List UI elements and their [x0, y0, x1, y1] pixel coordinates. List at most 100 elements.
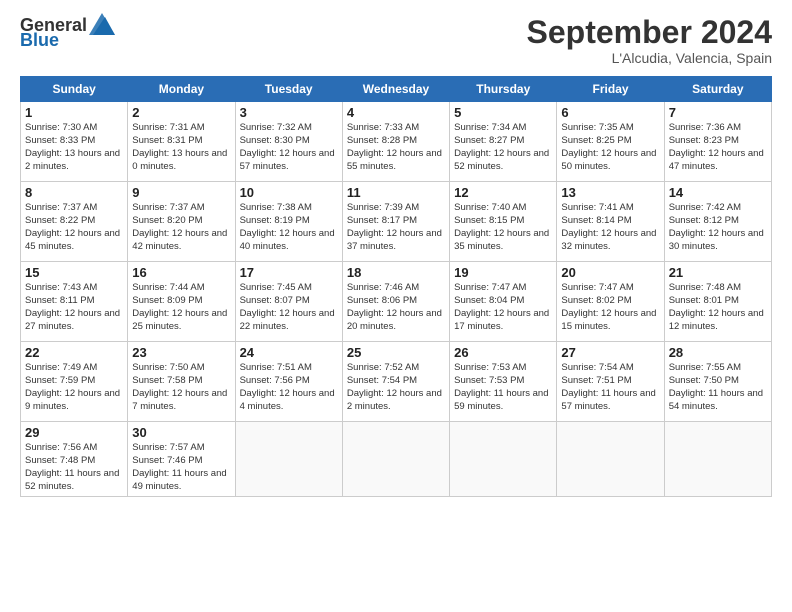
daylight-text: Daylight: 12 hours and 25 minutes.	[132, 308, 227, 332]
day-info: Sunrise: 7:35 AM Sunset: 8:25 PM Dayligh…	[561, 122, 659, 173]
sunset-text: Sunset: 8:07 PM	[240, 295, 310, 306]
sunrise-text: Sunrise: 7:53 AM	[454, 362, 526, 373]
day-number: 1	[25, 105, 123, 120]
table-row: 5 Sunrise: 7:34 AM Sunset: 8:27 PM Dayli…	[450, 102, 557, 182]
table-row: 28 Sunrise: 7:55 AM Sunset: 7:50 PM Dayl…	[664, 342, 771, 422]
sunset-text: Sunset: 8:01 PM	[669, 295, 739, 306]
daylight-text: Daylight: 11 hours and 59 minutes.	[454, 388, 548, 412]
day-number: 19	[454, 265, 552, 280]
day-number: 6	[561, 105, 659, 120]
day-info: Sunrise: 7:36 AM Sunset: 8:23 PM Dayligh…	[669, 122, 767, 173]
day-info: Sunrise: 7:51 AM Sunset: 7:56 PM Dayligh…	[240, 362, 338, 413]
sunrise-text: Sunrise: 7:48 AM	[669, 282, 741, 293]
sunrise-text: Sunrise: 7:57 AM	[132, 442, 204, 453]
sunset-text: Sunset: 7:53 PM	[454, 375, 524, 386]
table-row: 8 Sunrise: 7:37 AM Sunset: 8:22 PM Dayli…	[21, 182, 128, 262]
calendar-header-row: Sunday Monday Tuesday Wednesday Thursday…	[21, 77, 772, 102]
sunrise-text: Sunrise: 7:40 AM	[454, 202, 526, 213]
sunrise-text: Sunrise: 7:33 AM	[347, 122, 419, 133]
sunset-text: Sunset: 8:15 PM	[454, 215, 524, 226]
sunrise-text: Sunrise: 7:43 AM	[25, 282, 97, 293]
table-row: 18 Sunrise: 7:46 AM Sunset: 8:06 PM Dayl…	[342, 262, 449, 342]
sunset-text: Sunset: 7:58 PM	[132, 375, 202, 386]
table-row	[664, 422, 771, 497]
sunset-text: Sunset: 8:22 PM	[25, 215, 95, 226]
daylight-text: Daylight: 11 hours and 54 minutes.	[669, 388, 763, 412]
table-row: 22 Sunrise: 7:49 AM Sunset: 7:59 PM Dayl…	[21, 342, 128, 422]
day-number: 17	[240, 265, 338, 280]
table-row	[557, 422, 664, 497]
sunrise-text: Sunrise: 7:37 AM	[132, 202, 204, 213]
day-info: Sunrise: 7:57 AM Sunset: 7:46 PM Dayligh…	[132, 442, 230, 493]
sunset-text: Sunset: 8:27 PM	[454, 135, 524, 146]
sunrise-text: Sunrise: 7:54 AM	[561, 362, 633, 373]
day-info: Sunrise: 7:34 AM Sunset: 8:27 PM Dayligh…	[454, 122, 552, 173]
sunset-text: Sunset: 8:28 PM	[347, 135, 417, 146]
daylight-text: Daylight: 12 hours and 22 minutes.	[240, 308, 335, 332]
table-row	[235, 422, 342, 497]
table-row: 7 Sunrise: 7:36 AM Sunset: 8:23 PM Dayli…	[664, 102, 771, 182]
col-thursday: Thursday	[450, 77, 557, 102]
sunrise-text: Sunrise: 7:46 AM	[347, 282, 419, 293]
table-row: 13 Sunrise: 7:41 AM Sunset: 8:14 PM Dayl…	[557, 182, 664, 262]
day-info: Sunrise: 7:31 AM Sunset: 8:31 PM Dayligh…	[132, 122, 230, 173]
table-row: 4 Sunrise: 7:33 AM Sunset: 8:28 PM Dayli…	[342, 102, 449, 182]
calendar-week-row: 15 Sunrise: 7:43 AM Sunset: 8:11 PM Dayl…	[21, 262, 772, 342]
table-row	[450, 422, 557, 497]
sunrise-text: Sunrise: 7:42 AM	[669, 202, 741, 213]
daylight-text: Daylight: 11 hours and 57 minutes.	[561, 388, 655, 412]
day-number: 7	[669, 105, 767, 120]
sunset-text: Sunset: 8:20 PM	[132, 215, 202, 226]
table-row: 2 Sunrise: 7:31 AM Sunset: 8:31 PM Dayli…	[128, 102, 235, 182]
sunset-text: Sunset: 7:46 PM	[132, 455, 202, 466]
sunset-text: Sunset: 8:04 PM	[454, 295, 524, 306]
sunrise-text: Sunrise: 7:32 AM	[240, 122, 312, 133]
sunrise-text: Sunrise: 7:47 AM	[454, 282, 526, 293]
calendar-week-row: 22 Sunrise: 7:49 AM Sunset: 7:59 PM Dayl…	[21, 342, 772, 422]
day-info: Sunrise: 7:30 AM Sunset: 8:33 PM Dayligh…	[25, 122, 123, 173]
sunrise-text: Sunrise: 7:56 AM	[25, 442, 97, 453]
daylight-text: Daylight: 12 hours and 52 minutes.	[454, 148, 549, 172]
day-info: Sunrise: 7:47 AM Sunset: 8:04 PM Dayligh…	[454, 282, 552, 333]
daylight-text: Daylight: 12 hours and 9 minutes.	[25, 388, 120, 412]
day-info: Sunrise: 7:55 AM Sunset: 7:50 PM Dayligh…	[669, 362, 767, 413]
sunset-text: Sunset: 8:06 PM	[347, 295, 417, 306]
day-number: 24	[240, 345, 338, 360]
sunrise-text: Sunrise: 7:45 AM	[240, 282, 312, 293]
table-row: 24 Sunrise: 7:51 AM Sunset: 7:56 PM Dayl…	[235, 342, 342, 422]
day-number: 10	[240, 185, 338, 200]
day-info: Sunrise: 7:46 AM Sunset: 8:06 PM Dayligh…	[347, 282, 445, 333]
sunset-text: Sunset: 8:33 PM	[25, 135, 95, 146]
day-number: 27	[561, 345, 659, 360]
col-saturday: Saturday	[664, 77, 771, 102]
title-block: September 2024 L'Alcudia, Valencia, Spai…	[527, 15, 772, 66]
col-monday: Monday	[128, 77, 235, 102]
table-row: 21 Sunrise: 7:48 AM Sunset: 8:01 PM Dayl…	[664, 262, 771, 342]
day-number: 22	[25, 345, 123, 360]
sunset-text: Sunset: 8:17 PM	[347, 215, 417, 226]
daylight-text: Daylight: 12 hours and 30 minutes.	[669, 228, 764, 252]
day-info: Sunrise: 7:45 AM Sunset: 8:07 PM Dayligh…	[240, 282, 338, 333]
table-row: 23 Sunrise: 7:50 AM Sunset: 7:58 PM Dayl…	[128, 342, 235, 422]
day-number: 3	[240, 105, 338, 120]
day-number: 9	[132, 185, 230, 200]
day-number: 20	[561, 265, 659, 280]
table-row: 6 Sunrise: 7:35 AM Sunset: 8:25 PM Dayli…	[557, 102, 664, 182]
sunset-text: Sunset: 8:31 PM	[132, 135, 202, 146]
day-info: Sunrise: 7:37 AM Sunset: 8:20 PM Dayligh…	[132, 202, 230, 253]
day-number: 26	[454, 345, 552, 360]
day-info: Sunrise: 7:47 AM Sunset: 8:02 PM Dayligh…	[561, 282, 659, 333]
daylight-text: Daylight: 12 hours and 2 minutes.	[347, 388, 442, 412]
sunrise-text: Sunrise: 7:39 AM	[347, 202, 419, 213]
daylight-text: Daylight: 12 hours and 35 minutes.	[454, 228, 549, 252]
sunrise-text: Sunrise: 7:51 AM	[240, 362, 312, 373]
sunrise-text: Sunrise: 7:31 AM	[132, 122, 204, 133]
daylight-text: Daylight: 12 hours and 37 minutes.	[347, 228, 442, 252]
page: General Blue September 2024 L'Alcudia, V…	[0, 0, 792, 612]
day-number: 16	[132, 265, 230, 280]
daylight-text: Daylight: 13 hours and 2 minutes.	[25, 148, 120, 172]
table-row: 27 Sunrise: 7:54 AM Sunset: 7:51 PM Dayl…	[557, 342, 664, 422]
table-row: 14 Sunrise: 7:42 AM Sunset: 8:12 PM Dayl…	[664, 182, 771, 262]
sunset-text: Sunset: 8:14 PM	[561, 215, 631, 226]
day-info: Sunrise: 7:40 AM Sunset: 8:15 PM Dayligh…	[454, 202, 552, 253]
